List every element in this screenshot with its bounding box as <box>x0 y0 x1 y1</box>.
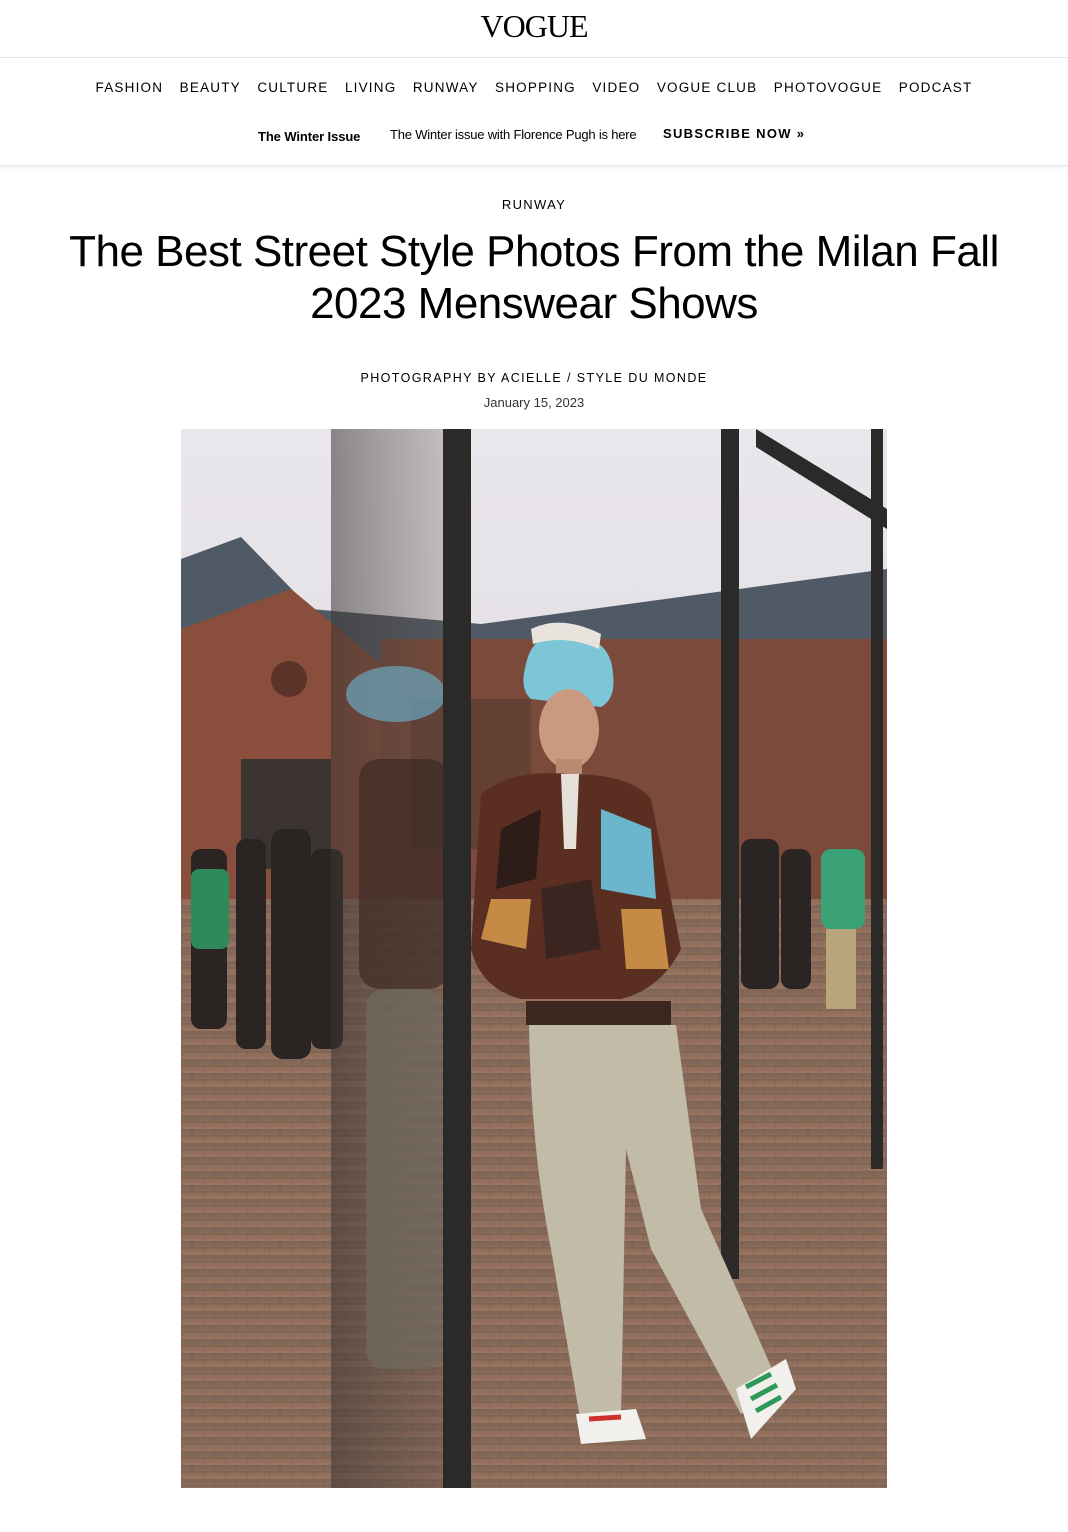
nav-item-culture[interactable]: CULTURE <box>257 79 328 97</box>
left-sneaker <box>576 1409 646 1444</box>
green-coat-person <box>191 869 229 949</box>
round-window <box>271 661 307 697</box>
street-style-photo[interactable] <box>181 429 887 1488</box>
belt <box>526 1001 671 1025</box>
nav-item-shopping[interactable]: SHOPPING <box>495 79 576 97</box>
vogue-logo[interactable]: VOGUE <box>0 8 1068 44</box>
nav-item-runway[interactable]: RUNWAY <box>413 79 479 97</box>
nav-list: FASHION BEAUTY CULTURE LIVING RUNWAY SHO… <box>0 79 1068 97</box>
masthead: VOGUE <box>0 0 1068 58</box>
subscribe-promo: The Winter Issue The Winter issue with F… <box>0 125 1068 145</box>
subscribe-now-link[interactable]: SUBSCRIBE NOW » <box>663 126 805 141</box>
main-navigation: FASHION BEAUTY CULTURE LIVING RUNWAY SHO… <box>0 58 1068 166</box>
glass-frame-2 <box>721 429 739 1279</box>
article-date: January 15, 2023 <box>483 395 585 410</box>
article-rubric[interactable]: RUNWAY <box>0 197 1068 212</box>
glass-frame-3 <box>871 429 883 1169</box>
face <box>539 689 599 769</box>
article-headline: The Best Street Style Photos From the Mi… <box>69 227 999 328</box>
nav-item-living[interactable]: LIVING <box>345 79 396 97</box>
glass-frame-1 <box>443 429 471 1488</box>
photo-illustration <box>181 429 887 1488</box>
nav-item-vogue-club[interactable]: VOGUE CLUB <box>657 79 758 97</box>
green-jacket-person <box>821 849 865 929</box>
nav-item-fashion[interactable]: FASHION <box>96 79 164 97</box>
article-byline: PHOTOGRAPHY BY ACIELLE / STYLE DU MONDE <box>360 371 708 385</box>
nav-item-podcast[interactable]: PODCAST <box>899 79 973 97</box>
nav-item-beauty[interactable]: BEAUTY <box>180 79 241 97</box>
promo-text[interactable]: The Winter issue with Florence Pugh is h… <box>390 127 637 142</box>
nav-item-video[interactable]: VIDEO <box>592 79 640 97</box>
promo-issue-label[interactable]: The Winter Issue <box>258 129 360 144</box>
nav-item-photovogue[interactable]: PHOTOVOGUE <box>774 79 883 97</box>
